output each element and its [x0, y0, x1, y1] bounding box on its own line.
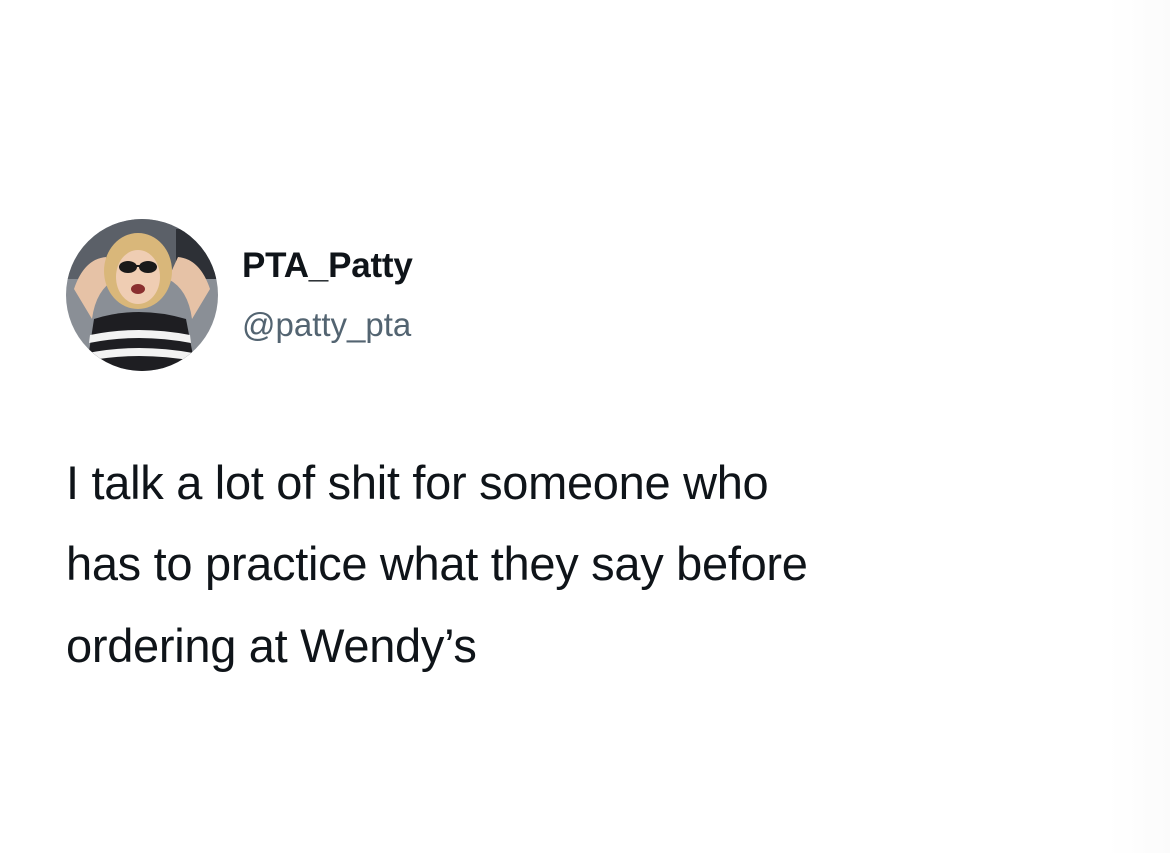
user-avatar-photo-icon — [66, 219, 218, 371]
tweet-text: I talk a lot of shit for someone who has… — [66, 442, 1106, 686]
tweet-text-line: I talk a lot of shit for someone who — [66, 456, 769, 509]
tweet-text-line: has to practice what they say before — [66, 537, 808, 591]
tweet-text-line: ordering at Wendy’s — [66, 618, 477, 672]
display-name[interactable]: PTA_Patty — [242, 246, 413, 286]
user-handle[interactable]: @patty_pta — [242, 306, 411, 344]
edge-strip — [1108, 0, 1170, 853]
tweet-card: PTA_Patty @patty_pta I talk a lot of shi… — [0, 0, 1170, 853]
avatar[interactable] — [66, 219, 218, 371]
